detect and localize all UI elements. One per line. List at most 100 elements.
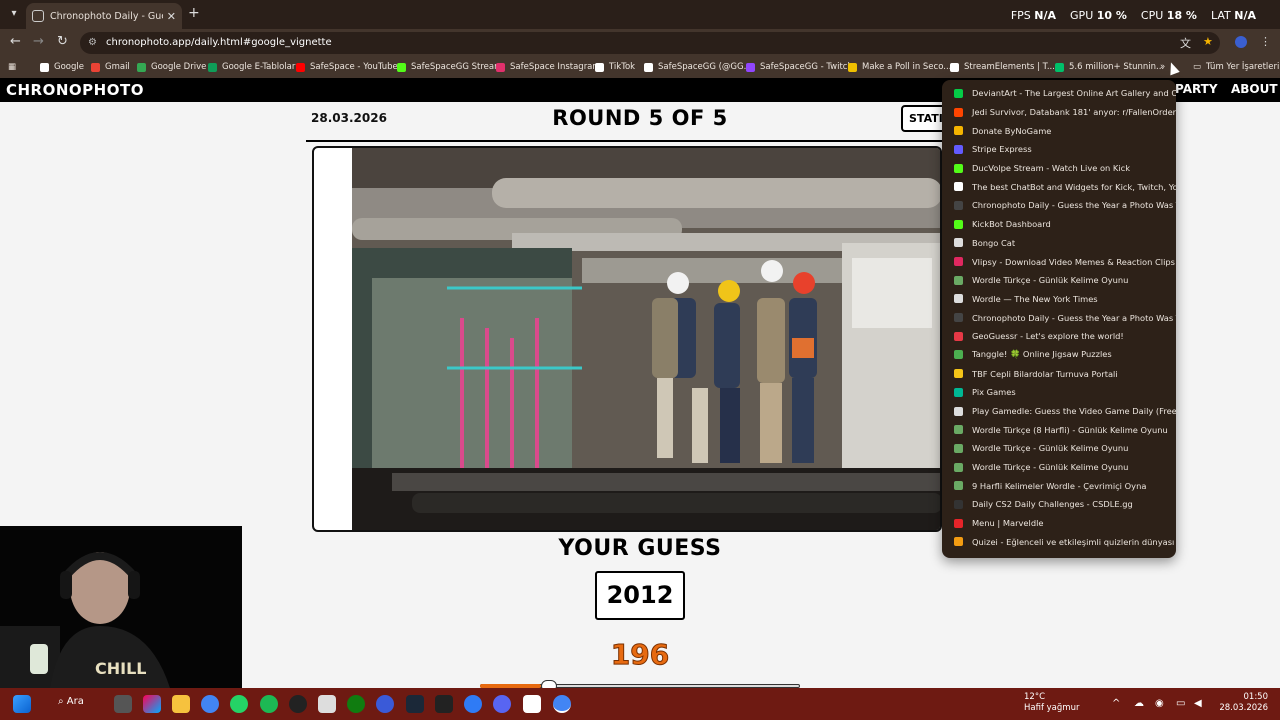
bookmark-item[interactable]: SafeSpace - YouTube [296, 60, 398, 74]
back-arrow-icon[interactable]: ← [10, 34, 21, 49]
bookmark-favicon-icon [954, 182, 963, 192]
bookmark-item[interactable]: TikTok [595, 60, 635, 74]
overflow-bookmark-item[interactable]: Daily CS2 Daily Challenges - CSDLE.gg [942, 495, 1176, 514]
all-bookmarks-folder[interactable]: ▭ Tüm Yer İşaretleri [1193, 60, 1279, 74]
spotify-icon[interactable] [260, 695, 278, 713]
overflow-bookmark-item[interactable]: Vlipsy - Download Video Memes & Reaction… [942, 252, 1176, 271]
overflow-bookmark-item[interactable]: Quizei - Eğlenceli ve etkileşimli quizle… [942, 533, 1176, 552]
bookmark-item[interactable]: SafeSpaceGG Stream [397, 60, 502, 74]
obs-icon[interactable] [289, 695, 307, 713]
chrome-active-icon[interactable] [553, 695, 571, 713]
site-info-icon[interactable]: ⚙ [88, 32, 97, 54]
bookmark-favicon-icon [954, 200, 963, 210]
xbox-icon[interactable] [347, 695, 365, 713]
overflow-bookmark-item[interactable]: Menu | Marveldle [942, 514, 1176, 533]
task-view-icon[interactable] [114, 695, 132, 713]
bookmark-favicon-icon [496, 62, 505, 72]
guess-year-field[interactable]: 2012 [595, 571, 685, 620]
overflow-bookmark-item[interactable]: Chronophoto Daily - Guess the Year a Pho… [942, 196, 1176, 215]
volume-icon[interactable]: ◀ [1194, 698, 1202, 709]
tab-search-chevron-icon[interactable]: ▾ [6, 6, 22, 22]
overflow-bookmark-label: GeoGuessr - Let's explore the world! [972, 331, 1124, 342]
copilot-icon[interactable] [143, 695, 161, 713]
site-logo[interactable]: CHRONOPHOTO [6, 81, 144, 99]
ea-app-icon[interactable] [376, 695, 394, 713]
overflow-bookmark-item[interactable]: DeviantArt - The Largest Online Art Gall… [942, 84, 1176, 103]
overflow-bookmark-item[interactable]: Chronophoto Daily - Guess the Year a Pho… [942, 308, 1176, 327]
taskbar-search[interactable]: ⌕ Ara [58, 696, 84, 707]
translate-icon[interactable]: 文 [1180, 35, 1191, 51]
capcut-icon[interactable] [523, 695, 541, 713]
bookmark-label: TikTok [609, 62, 636, 72]
forward-arrow-icon[interactable]: → [33, 34, 44, 49]
overflow-bookmark-item[interactable]: Wordle — The New York Times [942, 290, 1176, 309]
bookmark-item[interactable]: Google [40, 60, 84, 74]
mic-icon[interactable]: ◉ [1155, 698, 1164, 709]
overflow-bookmark-item[interactable]: Play Gamedle: Guess the Video Game Daily… [942, 402, 1176, 421]
overflow-bookmark-item[interactable]: Wordle Türkçe (8 Harfli) - Günlük Kelime… [942, 420, 1176, 439]
browser-tab-active[interactable]: Chronophoto Daily - Guess the Year ✕ [26, 3, 182, 29]
bookmark-item[interactable]: StreamElements | T... [950, 60, 1055, 74]
overflow-bookmark-item[interactable]: Stripe Express [942, 140, 1176, 159]
overflow-bookmark-label: The best ChatBot and Widgets for Kick, T… [972, 181, 1176, 192]
overflow-bookmark-item[interactable]: GeoGuessr - Let's explore the world! [942, 327, 1176, 346]
file-explorer-icon[interactable] [172, 695, 190, 713]
overflow-bookmark-label: Chronophoto Daily - Guess the Year a Pho… [972, 200, 1176, 211]
overflow-bookmark-item[interactable]: The best ChatBot and Widgets for Kick, T… [942, 177, 1176, 196]
overflow-bookmark-item[interactable]: KickBot Dashboard [942, 215, 1176, 234]
overflow-bookmark-label: DeviantArt - The Largest Online Art Gall… [972, 88, 1176, 99]
apps-grid-icon[interactable]: ▦ [8, 60, 16, 74]
discord-icon[interactable] [493, 695, 511, 713]
overflow-bookmark-item[interactable]: DucVolpe Stream - Watch Live on Kick [942, 159, 1176, 178]
overflow-bookmark-item[interactable]: Donate ByNoGame [942, 121, 1176, 140]
onedrive-icon[interactable]: ☁ [1134, 698, 1144, 709]
network-icon[interactable]: ▭ [1176, 698, 1185, 709]
system-clock[interactable]: 01:50 28.03.2026 [1219, 692, 1268, 714]
bookmark-item[interactable]: Gmail [91, 60, 130, 74]
tray-chevron-icon[interactable]: ^ [1112, 698, 1120, 709]
bookmark-item[interactable]: 5.6 million+ Stunnin... [1055, 60, 1164, 74]
bookmark-star-icon[interactable]: ★ [1203, 35, 1213, 48]
bookmark-item[interactable]: Google Drive [137, 60, 206, 74]
overflow-bookmark-item[interactable]: Wordle Türkçe - Günlük Kelime Oyunu [942, 439, 1176, 458]
close-tab-icon[interactable]: ✕ [167, 10, 176, 23]
app-icon[interactable] [318, 695, 336, 713]
bookmark-item[interactable]: Make a Poll in Seco... [848, 60, 951, 74]
nav-party-link[interactable]: PARTY [1175, 82, 1218, 96]
menu-kebab-icon[interactable]: ⋮ [1260, 35, 1271, 48]
round-photo[interactable] [352, 148, 940, 530]
new-tab-plus-icon[interactable]: + [188, 5, 200, 21]
overflow-bookmark-label: Menu | Marveldle [972, 518, 1044, 529]
overflow-bookmark-item[interactable]: Pix Games [942, 383, 1176, 402]
steam-icon[interactable] [406, 695, 424, 713]
overflow-bookmark-item[interactable]: TBF Cepli Bilardolar Turnuva Portali [942, 364, 1176, 383]
nav-about-link[interactable]: ABOUT [1231, 82, 1278, 96]
header-divider [306, 140, 946, 142]
overflow-bookmark-label: Chronophoto Daily - Guess the Year a Pho… [972, 312, 1176, 323]
overflow-bookmark-item[interactable]: Bongo Cat [942, 234, 1176, 253]
overflow-bookmark-item[interactable]: Tanggle! 🍀 Online Jigsaw Puzzles [942, 346, 1176, 365]
profile-avatar-icon[interactable] [1235, 36, 1247, 48]
bookmark-favicon-icon [746, 62, 755, 72]
bookmarks-overflow-chevron-icon[interactable]: » [1160, 60, 1165, 74]
bookmark-label: Google E-Tablolar [222, 62, 296, 72]
browser-toolbar: ← → ↻ ⚙ chronophoto.app/daily.html#googl… [0, 29, 1280, 56]
whatsapp-icon[interactable] [230, 695, 248, 713]
overflow-bookmark-label: Wordle Türkçe - Günlük Kelime Oyunu [972, 275, 1129, 286]
overflow-bookmark-item[interactable]: Wordle Türkçe - Günlük Kelime Oyunu [942, 458, 1176, 477]
address-bar[interactable]: ⚙ chronophoto.app/daily.html#google_vign… [80, 32, 1220, 54]
reload-icon[interactable]: ↻ [57, 34, 68, 49]
bookmark-item[interactable]: Google E-Tablolar [208, 60, 295, 74]
battlenet-icon[interactable] [464, 695, 482, 713]
overflow-bookmark-item[interactable]: Jedi Survivor, Databank 181' anyor: r/Fa… [942, 103, 1176, 122]
bookmark-item[interactable]: SafeSpaceGG - Twitch [746, 60, 853, 74]
weather-widget[interactable]: 12°C Hafif yağmur [1024, 692, 1079, 714]
webcam-overlay: CHILL [0, 526, 242, 688]
overflow-bookmark-item[interactable]: 9 Harfli Kelimeler Wordle - Çevrimiçi Oy… [942, 476, 1176, 495]
epic-games-icon[interactable] [435, 695, 453, 713]
bookmark-item[interactable]: SafeSpace Instagram [496, 60, 601, 74]
windows-start-icon[interactable] [13, 695, 31, 713]
chrome-icon[interactable] [201, 695, 219, 713]
overflow-bookmark-item[interactable]: Wordle Türkçe - Günlük Kelime Oyunu [942, 271, 1176, 290]
bookmark-item[interactable]: SafeSpaceGG (@GG... [644, 60, 752, 74]
